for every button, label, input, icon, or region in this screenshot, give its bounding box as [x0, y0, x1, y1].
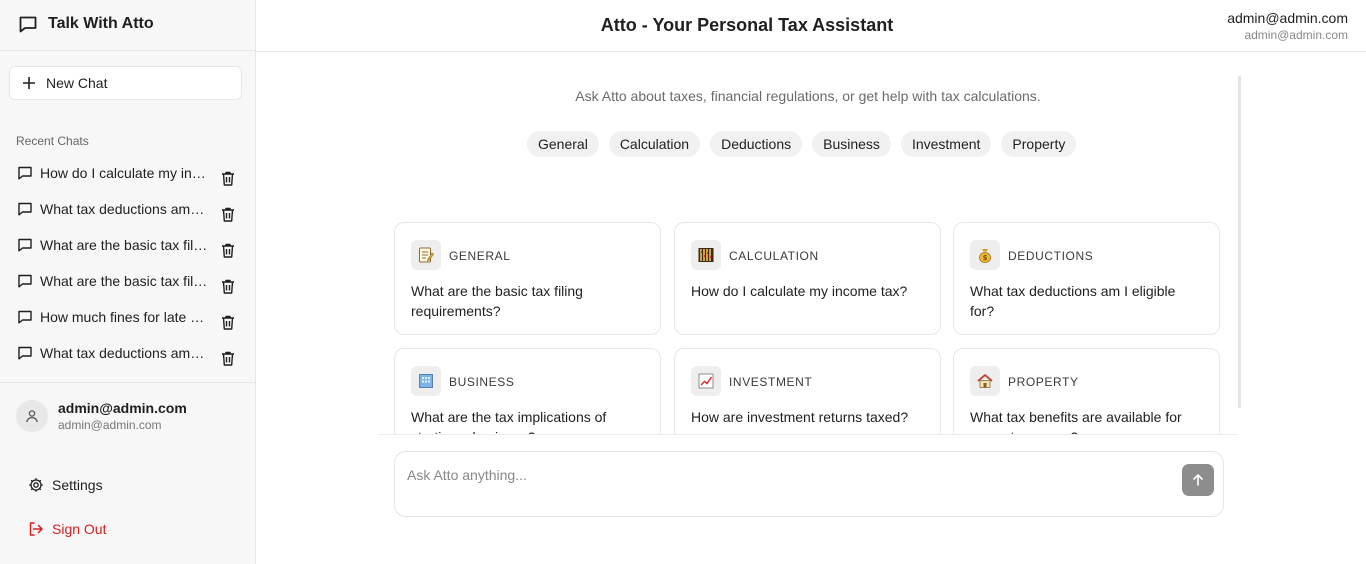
sign-out-label: Sign Out	[52, 521, 107, 537]
recent-chat-item[interactable]: How do I calculate my income tax?	[0, 155, 256, 191]
chart-increasing-icon	[691, 366, 721, 396]
memo-icon	[411, 240, 441, 270]
suggestion-card-deductions[interactable]: $ DEDUCTIONS What tax deductions am I el…	[953, 222, 1220, 335]
message-icon	[18, 202, 32, 216]
sidebar: Talk With Atto New Chat Recent Chats How…	[0, 0, 256, 564]
chip-investment[interactable]: Investment	[900, 131, 992, 157]
settings-button[interactable]: Settings	[28, 477, 103, 493]
log-out-icon	[29, 522, 43, 536]
sign-out-button[interactable]: Sign Out	[28, 521, 106, 537]
gear-icon	[29, 478, 43, 492]
recent-chat-title: What are the basic tax filing requiremen…	[40, 237, 208, 253]
new-chat-label: New Chat	[46, 75, 108, 91]
card-category: GENERAL	[449, 249, 511, 263]
app-name: Talk With Atto	[48, 15, 154, 32]
user-email: admin@admin.com	[58, 418, 162, 432]
svg-text:$: $	[983, 254, 988, 262]
trash-icon[interactable]	[220, 242, 236, 259]
card-question: How do I calculate my income tax?	[691, 283, 908, 299]
send-button[interactable]	[1182, 464, 1214, 496]
chip-business[interactable]: Business	[812, 131, 891, 157]
header-user-name: admin@admin.com	[1227, 10, 1348, 26]
chip-property[interactable]: Property	[1001, 131, 1077, 157]
suggestion-card-investment[interactable]: INVESTMENT How are investment returns ta…	[674, 348, 941, 434]
card-category: DEDUCTIONS	[1008, 249, 1094, 263]
recent-chat-title: How much fines for late returns?	[40, 309, 208, 325]
card-question: How are investment returns taxed?	[691, 409, 909, 425]
trash-icon[interactable]	[220, 350, 236, 367]
chip-calculation[interactable]: Calculation	[608, 131, 701, 157]
chat-input[interactable]	[407, 464, 1167, 486]
category-filter-chips: General Calculation Deductions Business …	[527, 131, 1077, 157]
suggestion-card-business[interactable]: BUSINESS What are the tax implications o…	[394, 348, 661, 434]
card-category: CALCULATION	[729, 249, 819, 263]
divider	[0, 382, 256, 383]
page-title: Atto - Your Personal Tax Assistant	[600, 15, 894, 35]
user-icon	[26, 410, 38, 423]
card-category: BUSINESS	[449, 375, 515, 389]
message-icon	[18, 166, 32, 180]
chip-deductions[interactable]: Deductions	[710, 131, 803, 157]
recent-chat-title: What tax deductions am I eligible for?	[40, 345, 208, 361]
trash-icon[interactable]	[220, 314, 236, 331]
brand[interactable]: Talk With Atto	[18, 12, 154, 36]
new-chat-button[interactable]: New Chat	[9, 66, 242, 100]
plus-icon	[23, 77, 35, 89]
divider	[0, 50, 256, 51]
card-category: INVESTMENT	[729, 375, 813, 389]
trash-icon[interactable]	[220, 206, 236, 223]
user-name: admin@admin.com	[58, 400, 187, 416]
abacus-icon	[691, 240, 721, 270]
card-question: What tax deductions am I eligible for?	[970, 283, 1176, 319]
header-user[interactable]: admin@admin.com admin@admin.com	[1227, 10, 1348, 42]
recent-chat-item[interactable]: What tax deductions am I eligible for?	[0, 191, 256, 227]
recent-chat-item[interactable]: What tax deductions am I eligible for?	[0, 335, 256, 371]
house-icon	[970, 366, 1000, 396]
top-header: Atto - Your Personal Tax Assistant admin…	[256, 0, 1366, 52]
money-bag-icon: $	[970, 240, 1000, 270]
message-icon	[18, 346, 32, 360]
arrow-up-icon	[1193, 474, 1203, 486]
intro-subtitle: Ask Atto about taxes, financial regulati…	[575, 88, 1041, 104]
user-profile[interactable]: admin@admin.com admin@admin.com	[16, 400, 187, 432]
recent-chat-title: What are the basic tax filing requiremen…	[40, 273, 208, 289]
card-question: What are the basic tax filing requiremen…	[411, 283, 583, 319]
recent-chats-heading: Recent Chats	[16, 134, 89, 148]
office-building-icon	[411, 366, 441, 396]
content-scrollbar[interactable]	[1238, 76, 1241, 408]
trash-icon[interactable]	[220, 278, 236, 295]
recent-chat-title: How do I calculate my income tax?	[40, 165, 208, 181]
recent-chat-item[interactable]: How much fines for late returns?	[0, 299, 256, 335]
recent-chat-item[interactable]: What are the basic tax filing requiremen…	[0, 227, 256, 263]
suggestion-card-general[interactable]: GENERAL What are the basic tax filing re…	[394, 222, 661, 335]
message-icon	[18, 238, 32, 252]
trash-icon[interactable]	[220, 170, 236, 187]
chat-bubble-icon	[19, 16, 37, 33]
recent-chat-title: What tax deductions am I eligible for?	[40, 201, 208, 217]
suggestion-cards-area: GENERAL What are the basic tax filing re…	[378, 210, 1238, 435]
header-user-email: admin@admin.com	[1244, 28, 1348, 42]
message-icon	[18, 274, 32, 288]
card-category: PROPERTY	[1008, 375, 1079, 389]
chat-composer	[394, 451, 1224, 517]
suggestion-card-calculation[interactable]: CALCULATION How do I calculate my income…	[674, 222, 941, 335]
recent-chat-item[interactable]: What are the basic tax filing requiremen…	[0, 263, 256, 299]
recent-chats-list: How do I calculate my income tax? What t…	[0, 155, 256, 371]
card-question: What are the tax implications of startin…	[411, 409, 607, 434]
card-question: What tax benefits are available for prop…	[970, 409, 1182, 434]
settings-label: Settings	[52, 477, 103, 493]
chip-general[interactable]: General	[527, 131, 599, 157]
avatar	[16, 400, 48, 432]
message-icon	[18, 310, 32, 324]
suggestion-card-property[interactable]: PROPERTY What tax benefits are available…	[953, 348, 1220, 434]
